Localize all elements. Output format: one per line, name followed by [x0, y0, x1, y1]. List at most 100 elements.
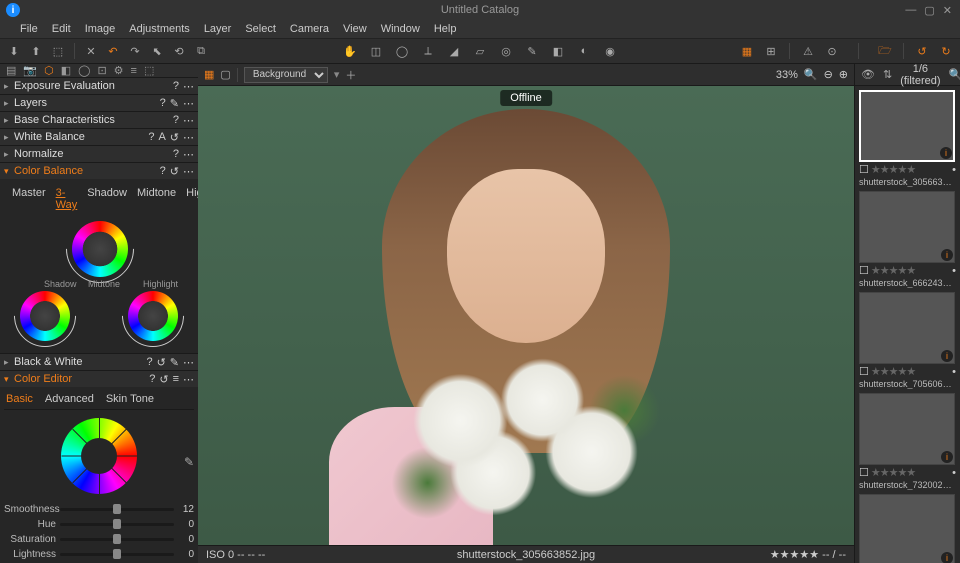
- browser-sort-icon[interactable]: ⇅: [883, 68, 892, 81]
- menu-view[interactable]: View: [343, 23, 367, 35]
- menu-file[interactable]: File: [20, 23, 38, 35]
- section-black-white[interactable]: ▸Black & White?↺✎⋯: [0, 354, 198, 370]
- focus-icon[interactable]: ⊙: [824, 43, 840, 59]
- cb-tab-master[interactable]: Master: [12, 187, 46, 211]
- color-tab-icon[interactable]: ⬡: [44, 64, 54, 77]
- crop-icon[interactable]: ⟂: [420, 43, 436, 59]
- slider-hue[interactable]: Hue 0: [4, 517, 194, 532]
- cb-tab-3way[interactable]: 3-Way: [56, 187, 78, 211]
- menu-edit[interactable]: Edit: [52, 23, 71, 35]
- maximize-button[interactable]: ▢: [924, 4, 934, 17]
- section-color-editor[interactable]: ▾Color Editor?↺≡⋯: [0, 371, 198, 387]
- thumbnail[interactable]: i ☐★★★★★• shutterstock_666243223.jpg: [859, 191, 956, 288]
- layer-select[interactable]: Background: [244, 67, 328, 83]
- tools-panel: ▤ 📷 ⬡ ◧ ◯ ⊡ ⚙ ≡ ⬚ ▸Exposure Evaluation?⋯…: [0, 64, 198, 563]
- undo-icon[interactable]: ↶: [105, 43, 121, 59]
- browser-search-icon[interactable]: 🔍: [949, 68, 960, 81]
- cursor-icon[interactable]: ⬉: [149, 43, 165, 59]
- reset-icon[interactable]: ⟲: [171, 43, 187, 59]
- shadow-wheel[interactable]: [20, 291, 70, 341]
- menu-window[interactable]: Window: [381, 23, 420, 35]
- ce-tab-skintone[interactable]: Skin Tone: [106, 393, 154, 405]
- view-multi-icon[interactable]: ▦: [204, 68, 214, 81]
- straighten-icon[interactable]: ◢: [446, 43, 462, 59]
- section-white-balance[interactable]: ▸White Balance?A↺⋯: [0, 129, 198, 145]
- color-editor-wheel[interactable]: [61, 418, 137, 494]
- slider-saturation[interactable]: Saturation 0: [4, 532, 194, 547]
- annotations-icon[interactable]: 🗁: [877, 43, 893, 59]
- highlight-wheel[interactable]: [128, 291, 178, 341]
- app-logo-icon: i: [6, 3, 20, 17]
- details-tab-icon[interactable]: ⊡: [97, 64, 106, 77]
- redo-icon[interactable]: ↷: [127, 43, 143, 59]
- image-canvas[interactable]: Offline: [198, 86, 854, 545]
- browser-visibility-icon[interactable]: 👁: [861, 68, 875, 81]
- shape-icon[interactable]: ◯: [394, 43, 410, 59]
- guides-icon[interactable]: ⊞: [763, 43, 779, 59]
- menu-camera[interactable]: Camera: [290, 23, 329, 35]
- help-icon[interactable]: ?: [173, 80, 179, 93]
- gradient-icon[interactable]: ◐: [576, 43, 592, 59]
- slider-lightness[interactable]: Lightness 0: [4, 547, 194, 562]
- library-tab-icon[interactable]: ▤: [6, 64, 16, 77]
- menu-icon[interactable]: ⋯: [183, 80, 194, 93]
- rotate-left-icon[interactable]: ↺: [914, 43, 930, 59]
- section-exposure-eval[interactable]: ▸Exposure Evaluation?⋯: [0, 78, 198, 94]
- menu-layer[interactable]: Layer: [204, 23, 232, 35]
- section-color-balance[interactable]: ▾Color Balance?↺⋯: [0, 163, 198, 179]
- meta-tab-icon[interactable]: ≡: [131, 65, 137, 77]
- select-icon[interactable]: ◫: [368, 43, 384, 59]
- add-layer-button[interactable]: ＋: [345, 67, 356, 83]
- ce-tab-advanced[interactable]: Advanced: [45, 393, 94, 405]
- zoom-fit-icon[interactable]: 🔍: [804, 68, 818, 81]
- status-rating: ★★★★★ -- / --: [770, 548, 846, 561]
- export-icon[interactable]: ⬆: [28, 43, 44, 59]
- output-tab-icon[interactable]: ⬚: [144, 64, 154, 77]
- keystone-icon[interactable]: ▱: [472, 43, 488, 59]
- warning-icon[interactable]: ⚠: [800, 43, 816, 59]
- menu-help[interactable]: Help: [434, 23, 457, 35]
- cb-tab-shadow[interactable]: Shadow: [87, 187, 127, 211]
- section-layers[interactable]: ▸Layers?✎⋯: [0, 95, 198, 111]
- capture-tab-icon[interactable]: 📷: [23, 64, 37, 77]
- pan-icon[interactable]: ✋: [342, 43, 358, 59]
- cb-tab-midtone[interactable]: Midtone: [137, 187, 176, 211]
- ce-tab-basic[interactable]: Basic: [6, 393, 33, 405]
- thumbnail[interactable]: i ☐★★★★★• shutterstock_732002083.jpg: [859, 393, 956, 490]
- reject-icon[interactable]: ✕: [83, 43, 99, 59]
- menu-image[interactable]: Image: [85, 23, 116, 35]
- erase-icon[interactable]: ◧: [550, 43, 566, 59]
- grid-icon[interactable]: ▦: [739, 43, 755, 59]
- browser-panel: 👁 ⇅ 1/6 (filtered) 🔍 i ☐★★★★★• shutterst…: [854, 64, 960, 563]
- radial-icon[interactable]: ◉: [602, 43, 618, 59]
- section-normalize[interactable]: ▸Normalize?⋯: [0, 146, 198, 162]
- thumbnail[interactable]: i ☐★★★★★• shutterstock_705606692.jpg: [859, 292, 956, 389]
- color-picker-icon[interactable]: ✎: [184, 455, 194, 469]
- spot-icon[interactable]: ◎: [498, 43, 514, 59]
- zoom-in-icon[interactable]: ⊕: [839, 68, 848, 81]
- cull-icon[interactable]: ⬚: [50, 43, 66, 59]
- color-balance-tabs: Master 3-Way Shadow Midtone Highlight: [6, 185, 192, 217]
- minimize-button[interactable]: —: [905, 4, 916, 17]
- section-base-char[interactable]: ▸Base Characteristics?⋯: [0, 112, 198, 128]
- menu-adjustments[interactable]: Adjustments: [129, 23, 190, 35]
- browser-count: 1/6 (filtered): [900, 64, 940, 87]
- adjust-tab-icon[interactable]: ⚙: [114, 64, 124, 77]
- zoom-out-icon[interactable]: ⊖: [824, 68, 833, 81]
- thumbnail[interactable]: i ☐★★★★★• shutterstock_305663852.jpg: [859, 90, 956, 187]
- brush-icon[interactable]: ✎: [524, 43, 540, 59]
- exposure-tab-icon[interactable]: ◧: [61, 64, 71, 77]
- titlebar: i Untitled Catalog — ▢ ✕: [0, 0, 960, 20]
- view-single-icon[interactable]: ▢: [220, 68, 230, 81]
- cb-tab-highlight[interactable]: Highlight: [186, 187, 198, 211]
- menu-select[interactable]: Select: [245, 23, 276, 35]
- rotate-right-icon[interactable]: ↻: [938, 43, 954, 59]
- midtone-wheel[interactable]: [72, 221, 128, 277]
- close-button[interactable]: ✕: [943, 4, 952, 17]
- thumbnail[interactable]: i ☐★★★★★• shutterstock_1111763414.jpg: [859, 494, 956, 563]
- slider-smoothness[interactable]: Smoothness 12: [4, 502, 194, 517]
- lens-tab-icon[interactable]: ◯: [78, 64, 90, 77]
- copy-icon[interactable]: ⧉: [193, 43, 209, 59]
- toolbar: ⬇ ⬆ ⬚ ✕ ↶ ↷ ⬉ ⟲ ⧉ ✋ ◫ ◯ ⟂ ◢ ▱ ◎ ✎ ◧ ◐ ◉ …: [0, 38, 960, 64]
- import-icon[interactable]: ⬇: [6, 43, 22, 59]
